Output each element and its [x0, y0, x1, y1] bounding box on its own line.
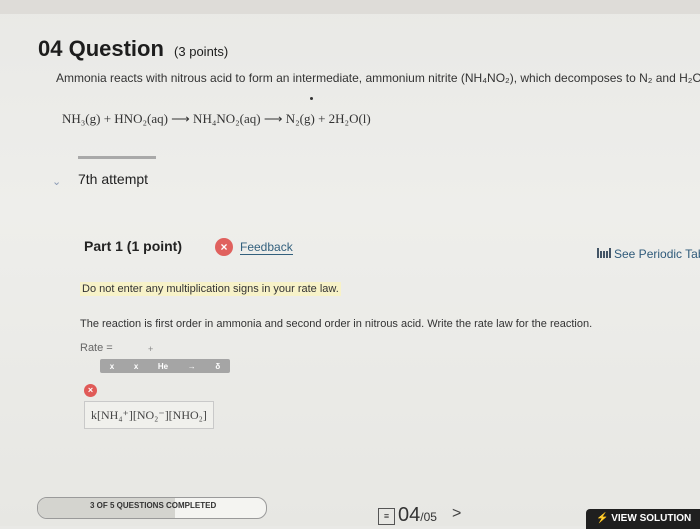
part-title: Part 1 (1 point): [84, 238, 183, 254]
next-question-button[interactable]: >: [452, 505, 461, 523]
periodic-table-icon[interactable]: [597, 246, 611, 261]
answer-error-icon: ×: [84, 384, 97, 397]
delta-button[interactable]: δ: [215, 362, 220, 371]
superscript-button[interactable]: x: [134, 362, 138, 371]
periodic-table-glyph: [597, 248, 611, 258]
view-solution-button[interactable]: ⚡ VIEW SOLUTION: [586, 509, 700, 529]
text-cursor: +: [148, 344, 154, 354]
subscript-button[interactable]: x: [110, 362, 114, 371]
attempt-label: 7th attempt: [78, 171, 149, 187]
top-bar: [0, 0, 700, 14]
multiplication-note: Do not enter any multiplication signs in…: [80, 282, 341, 296]
arrow-button[interactable]: →: [188, 362, 196, 371]
rate-label: Rate =: [80, 342, 113, 354]
periodic-table-link[interactable]: See Periodic Tab: [614, 247, 700, 261]
element-button[interactable]: He: [158, 362, 168, 371]
equation-toolbar: x x He → δ: [100, 359, 230, 373]
equation-dot: [310, 97, 313, 100]
section-divider: [78, 156, 156, 159]
current-question: 04: [398, 504, 421, 526]
question-instruction: The reaction is first order in ammonia a…: [80, 318, 593, 330]
total-questions: /05: [420, 510, 437, 524]
question-intro: Ammonia reacts with nitrous acid to form…: [56, 71, 700, 85]
answer-field[interactable]: k[NH₄⁺][NO₂⁻][NHO₂]: [84, 401, 214, 429]
reaction-equation: NH₃(g) + HNO₂(aq) ⟶ NH₄NO₂(aq) ⟶ N₂(g) +…: [62, 111, 371, 126]
question-title: 04 Question (3 points): [38, 36, 228, 62]
question-points: (3 points): [174, 44, 229, 59]
question-number: 04 Question: [38, 36, 164, 61]
feedback-error-icon: ×: [215, 238, 233, 256]
feedback-link[interactable]: Feedback: [240, 240, 293, 255]
list-icon[interactable]: ≡: [378, 508, 395, 525]
question-counter: 04/05: [398, 504, 437, 527]
progress-bar: 3 OF 5 QUESTIONS COMPLETED: [37, 497, 267, 519]
progress-label: 3 OF 5 QUESTIONS COMPLETED: [90, 501, 217, 510]
chevron-down-icon[interactable]: ⌄: [52, 175, 61, 188]
